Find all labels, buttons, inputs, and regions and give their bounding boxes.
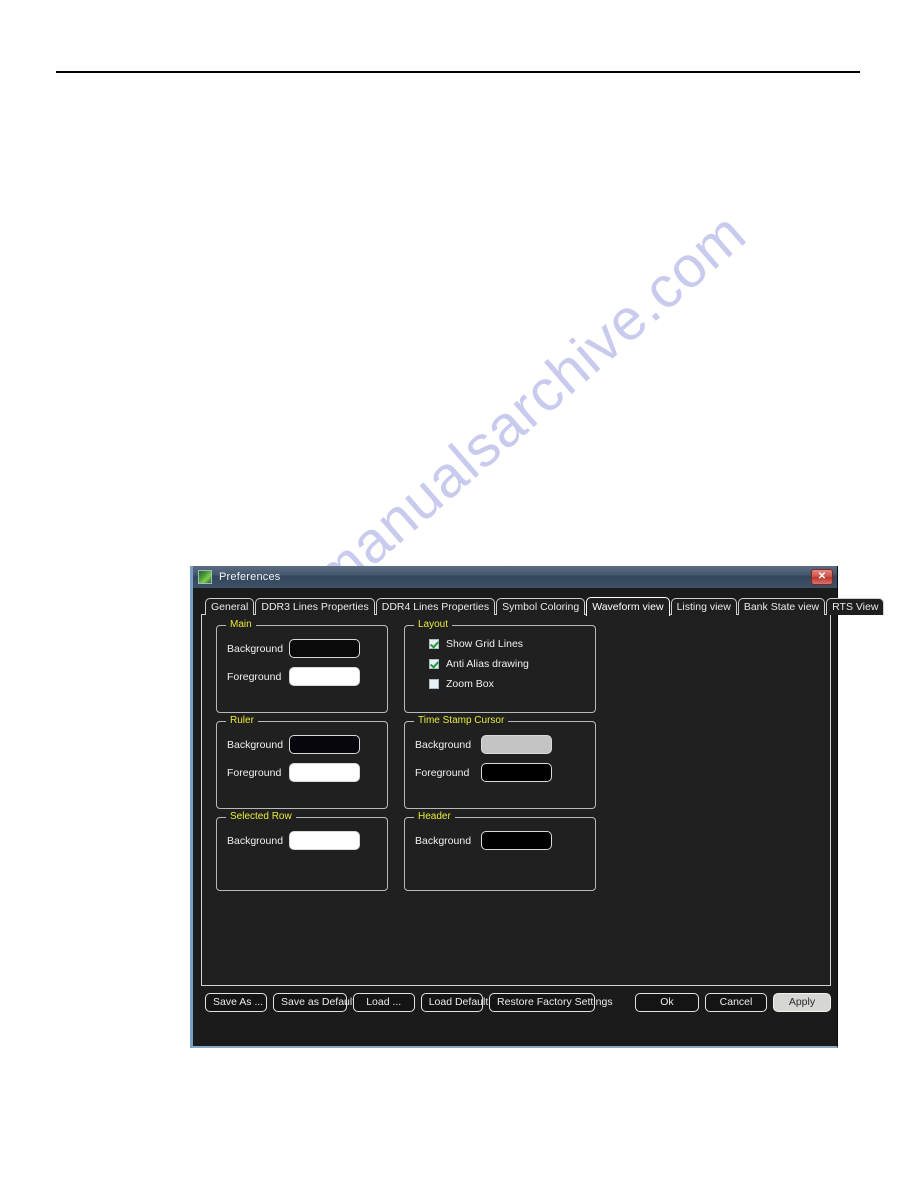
cancel-button[interactable]: Cancel	[704, 993, 767, 1012]
preferences-dialog: Preferences ✕ General DDR3 Lines Propert…	[190, 566, 885, 1048]
grid-gap	[388, 809, 404, 817]
restore-factory-settings-button[interactable]: Restore Factory Settings	[489, 993, 613, 1012]
dialog-body: General DDR3 Lines Properties DDR4 Lines…	[193, 588, 885, 1046]
checkbox-zoom-box[interactable]	[429, 679, 439, 689]
header-background-swatch[interactable]	[481, 831, 552, 850]
tab-ddr3-lines-properties[interactable]: DDR3 Lines Properties	[255, 598, 375, 615]
checkbox-row-zoom-box[interactable]: Zoom Box	[429, 678, 595, 690]
main-background-row: Background	[227, 639, 387, 658]
page-horizontal-rule	[56, 71, 860, 73]
main-foreground-label: Foreground	[227, 670, 282, 683]
group-main: Main Background Foreground	[216, 619, 388, 713]
time-stamp-cursor-foreground-row: Foreground	[415, 763, 595, 782]
apply-button[interactable]: Apply	[772, 993, 831, 1012]
tab-rts-view[interactable]: RTS View	[826, 598, 885, 615]
header-background-label: Background	[415, 834, 472, 847]
group-selected-row-label: Selected Row	[226, 811, 296, 823]
time-stamp-cursor-foreground-swatch[interactable]	[481, 763, 552, 782]
checkbox-show-grid-lines[interactable]	[429, 639, 439, 649]
tab-general[interactable]: General	[205, 598, 255, 615]
group-ruler-label: Ruler	[226, 715, 258, 727]
ruler-background-row: Background	[227, 735, 387, 754]
group-time-stamp-cursor: Time Stamp Cursor Background Foreground	[404, 715, 596, 809]
selected-row-background-row: Background	[227, 831, 387, 850]
checkbox-label-zoom-box: Zoom Box	[446, 678, 494, 690]
dialog-titlebar[interactable]: Preferences ✕	[193, 566, 837, 588]
dialog-title: Preferences	[219, 571, 281, 583]
ruler-foreground-label: Foreground	[227, 766, 282, 779]
main-background-label: Background	[227, 642, 284, 655]
checkbox-label-anti-alias-drawing: Anti Alias drawing	[446, 658, 529, 670]
checkbox-anti-alias-drawing[interactable]	[429, 659, 439, 669]
group-header: Header Background	[404, 811, 596, 891]
group-header-label: Header	[414, 811, 455, 823]
main-foreground-row: Foreground	[227, 667, 387, 686]
close-icon[interactable]: ✕	[811, 569, 833, 585]
group-layout: Layout Show Grid Lines Anti Alias drawin…	[404, 619, 596, 713]
ruler-background-label: Background	[227, 738, 284, 751]
time-stamp-cursor-foreground-label: Foreground	[415, 766, 470, 779]
page-watermark: manualsarchive.com	[300, 199, 759, 610]
tab-listing-view[interactable]: Listing view	[670, 598, 737, 615]
tab-symbol-coloring[interactable]: Symbol Coloring	[496, 598, 586, 615]
grid-gap	[388, 721, 404, 809]
selected-row-background-label: Background	[227, 834, 284, 847]
group-selected-row: Selected Row Background	[216, 811, 388, 891]
ruler-foreground-row: Foreground	[227, 763, 387, 782]
save-as-default-button[interactable]: Save as Default	[273, 993, 355, 1012]
header-background-row: Background	[415, 831, 595, 850]
tab-waveform-view[interactable]: Waveform view	[586, 597, 670, 616]
load-button[interactable]: Load ...	[352, 993, 415, 1012]
waveform-view-panel: Main Background Foreground Layout Show G…	[201, 614, 831, 986]
time-stamp-cursor-background-label: Background	[415, 738, 472, 751]
tab-bar: General DDR3 Lines Properties DDR4 Lines…	[201, 596, 885, 616]
group-time-stamp-cursor-label: Time Stamp Cursor	[414, 715, 509, 727]
ruler-foreground-swatch[interactable]	[289, 763, 360, 782]
tab-bank-state-view[interactable]: Bank State view	[737, 598, 826, 615]
dialog-footer: Save As ... Save as Default Load ... Loa…	[201, 993, 831, 1012]
ruler-background-swatch[interactable]	[289, 735, 360, 754]
load-default-button[interactable]: Load Default	[420, 993, 488, 1012]
time-stamp-cursor-background-swatch[interactable]	[481, 735, 552, 754]
selected-row-background-swatch[interactable]	[289, 831, 360, 850]
grid-gap	[388, 625, 404, 713]
tab-ddr4-lines-properties[interactable]: DDR4 Lines Properties	[375, 598, 496, 615]
group-layout-label: Layout	[414, 619, 453, 631]
ok-button[interactable]: Ok	[634, 993, 699, 1012]
save-as-button[interactable]: Save As ...	[205, 993, 267, 1012]
group-main-label: Main	[226, 619, 256, 631]
main-background-swatch[interactable]	[289, 639, 360, 658]
main-foreground-swatch[interactable]	[289, 667, 360, 686]
grid-gap	[388, 817, 404, 891]
checkbox-row-anti-alias-drawing[interactable]: Anti Alias drawing	[429, 658, 595, 670]
time-stamp-cursor-background-row: Background	[415, 735, 595, 754]
settings-grid: Main Background Foreground Layout Show G…	[216, 619, 596, 891]
checkbox-label-show-grid-lines: Show Grid Lines	[446, 638, 524, 650]
group-ruler: Ruler Background Foreground	[216, 715, 388, 809]
app-icon	[198, 570, 212, 584]
checkbox-row-show-grid-lines[interactable]: Show Grid Lines	[429, 638, 595, 650]
grid-gap	[388, 713, 404, 721]
